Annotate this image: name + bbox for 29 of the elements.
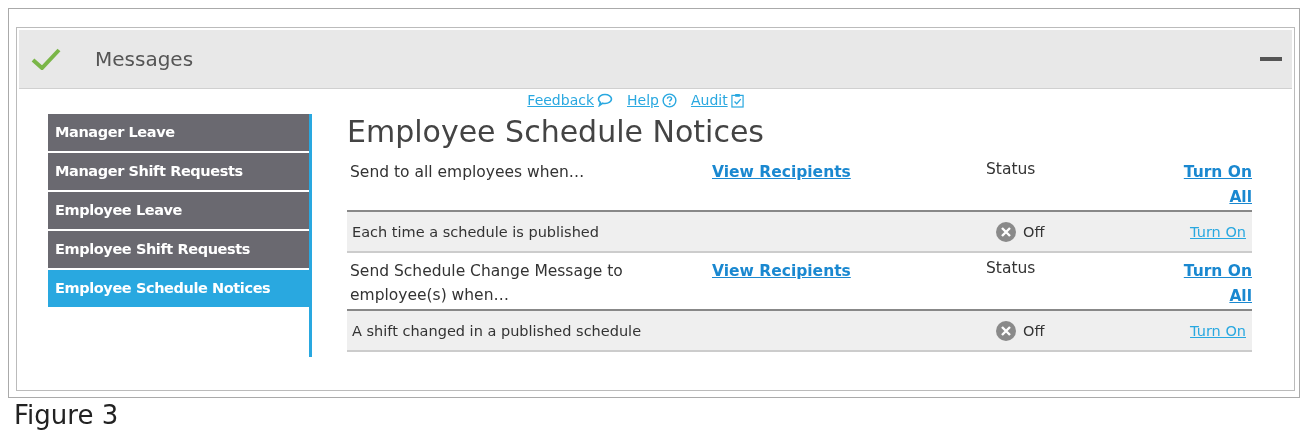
turn-on-all-link[interactable]: Turn On All bbox=[1180, 259, 1252, 309]
sidebar-item[interactable]: Manager Leave bbox=[48, 114, 309, 151]
link[interactable]: Feedback bbox=[527, 92, 594, 108]
status-text: Off bbox=[1023, 223, 1045, 240]
link[interactable]: Help bbox=[627, 92, 659, 108]
panel-title: Messages bbox=[95, 47, 194, 71]
notice-label: A shift changed in a published schedule bbox=[351, 321, 643, 341]
panel-header[interactable]: Messages bbox=[19, 30, 1292, 89]
section-heading: Send Schedule Change Message to employee(s) when… bbox=[349, 261, 624, 306]
sidebar-item[interactable]: Employee Leave bbox=[48, 192, 309, 229]
turn-on-link[interactable]: Turn On bbox=[1190, 223, 1246, 240]
speech-bubble-icon[interactable] bbox=[597, 93, 613, 107]
section-heading: Send to all employees when… bbox=[349, 162, 586, 183]
turn-on-link[interactable]: Turn On bbox=[1190, 322, 1246, 339]
link[interactable]: Audit bbox=[690, 92, 728, 108]
sidebar-item[interactable]: Manager Shift Requests bbox=[48, 153, 309, 190]
view-recipients-link[interactable]: View Recipients bbox=[712, 163, 851, 181]
turn-on-all-link[interactable]: Turn On All bbox=[1180, 160, 1252, 210]
sidebar-item[interactable]: Employee Schedule Notices bbox=[48, 270, 309, 307]
view-recipients-link[interactable]: View Recipients bbox=[712, 262, 851, 280]
figure-caption: Figure 3 bbox=[14, 400, 120, 430]
status-heading: Status bbox=[986, 160, 1037, 180]
page-title: Employee Schedule Notices bbox=[347, 114, 765, 151]
clipboard-check-icon[interactable] bbox=[730, 92, 744, 108]
status-text: Off bbox=[1023, 322, 1045, 339]
sidebar-item[interactable]: Employee Shift Requests bbox=[48, 231, 309, 268]
question-circle-icon[interactable] bbox=[661, 92, 677, 108]
notice-label: Each time a schedule is published bbox=[351, 222, 600, 242]
status-heading: Status bbox=[986, 259, 1037, 279]
